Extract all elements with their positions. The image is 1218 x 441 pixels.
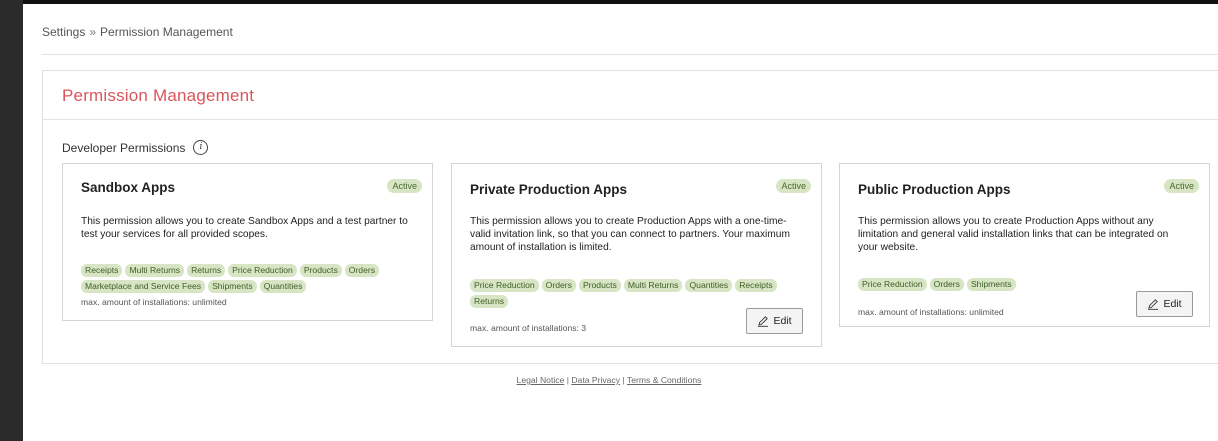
- footer-divider: |: [566, 375, 569, 385]
- max-installations: max. amount of installations: unlimited: [81, 297, 227, 307]
- pencil-icon: [1148, 299, 1159, 310]
- footer: Legal Notice | Data Privacy | Terms & Co…: [0, 375, 1218, 385]
- pencil-icon: [758, 316, 769, 327]
- data-privacy-link[interactable]: Data Privacy: [571, 375, 620, 385]
- card-private-production-apps: Private Production Apps Active This perm…: [451, 163, 822, 347]
- scope-tag: Price Reduction: [470, 279, 539, 292]
- status-badge: Active: [1164, 179, 1199, 193]
- card-title: Sandbox Apps: [81, 180, 176, 195]
- scope-tag: Receipts: [81, 264, 123, 277]
- scope-tag: Quantities: [685, 279, 733, 292]
- edit-button[interactable]: Edit: [746, 308, 803, 334]
- scope-tag: Quantities: [259, 280, 307, 293]
- terms-link[interactable]: Terms & Conditions: [627, 375, 702, 385]
- scope-tag: Receipts: [735, 279, 777, 292]
- developer-permissions-label: Developer Permissions: [62, 140, 186, 155]
- scope-tag: Price Reduction: [228, 264, 297, 277]
- scope-tag: Shipments: [966, 278, 1016, 291]
- top-border: [0, 0, 1218, 4]
- footer-divider: |: [622, 375, 625, 385]
- breadcrumb-separator: »: [89, 25, 97, 39]
- page-title: Permission Management: [62, 86, 255, 105]
- status-badge: Active: [776, 179, 811, 193]
- card-description: This permission allows you to create Pro…: [470, 216, 790, 253]
- panel-divider: [43, 119, 1218, 120]
- card-sandbox-apps: Sandbox Apps Active This permission allo…: [62, 163, 433, 321]
- card-title: Public Production Apps: [858, 182, 1011, 197]
- scope-tag: Price Reduction: [858, 278, 927, 291]
- scope-tag: Returns: [187, 264, 226, 277]
- edit-button[interactable]: Edit: [1136, 291, 1193, 317]
- breadcrumb-current: Permission Management: [100, 25, 233, 39]
- scope-tag: Orders: [344, 264, 380, 277]
- scope-tag: Marketplace and Service Fees: [81, 280, 206, 293]
- scope-tag: Orders: [541, 279, 576, 292]
- card-public-production-apps: Public Production Apps Active This permi…: [839, 163, 1210, 327]
- scope-tag: Products: [578, 279, 621, 292]
- developer-permissions-heading: Developer Permissions i: [62, 140, 209, 155]
- card-description: This permission allows you to create Pro…: [858, 216, 1169, 253]
- card-description: This permission allows you to create San…: [81, 216, 408, 240]
- scope-tag: Multi Returns: [125, 264, 185, 277]
- breadcrumb-divider: [42, 54, 1218, 55]
- scope-tag: Multi Returns: [623, 279, 683, 292]
- status-badge: Active: [387, 179, 422, 193]
- card-title: Private Production Apps: [470, 182, 628, 197]
- scope-tag: Returns: [470, 295, 509, 308]
- info-icon[interactable]: i: [193, 140, 209, 155]
- breadcrumb: Settings » Permission Management: [42, 25, 233, 39]
- edit-button-label: Edit: [773, 315, 792, 327]
- scope-tags: Receipts Multi Returns Returns Price Red…: [81, 264, 421, 293]
- scope-tag: Products: [299, 264, 342, 277]
- scope-tags: Price Reduction Orders Products Multi Re…: [470, 279, 810, 308]
- max-installations: max. amount of installations: unlimited: [858, 307, 1004, 317]
- legal-notice-link[interactable]: Legal Notice: [517, 375, 565, 385]
- edit-button-label: Edit: [1163, 298, 1182, 310]
- scope-tags: Price Reduction Orders Shipments: [858, 278, 1198, 291]
- permission-panel: Permission Management Developer Permissi…: [42, 70, 1218, 364]
- max-installations: max. amount of installations: 3: [470, 323, 587, 333]
- scope-tag: Orders: [929, 278, 964, 291]
- scope-tag: Shipments: [208, 280, 257, 293]
- breadcrumb-settings[interactable]: Settings: [42, 25, 85, 39]
